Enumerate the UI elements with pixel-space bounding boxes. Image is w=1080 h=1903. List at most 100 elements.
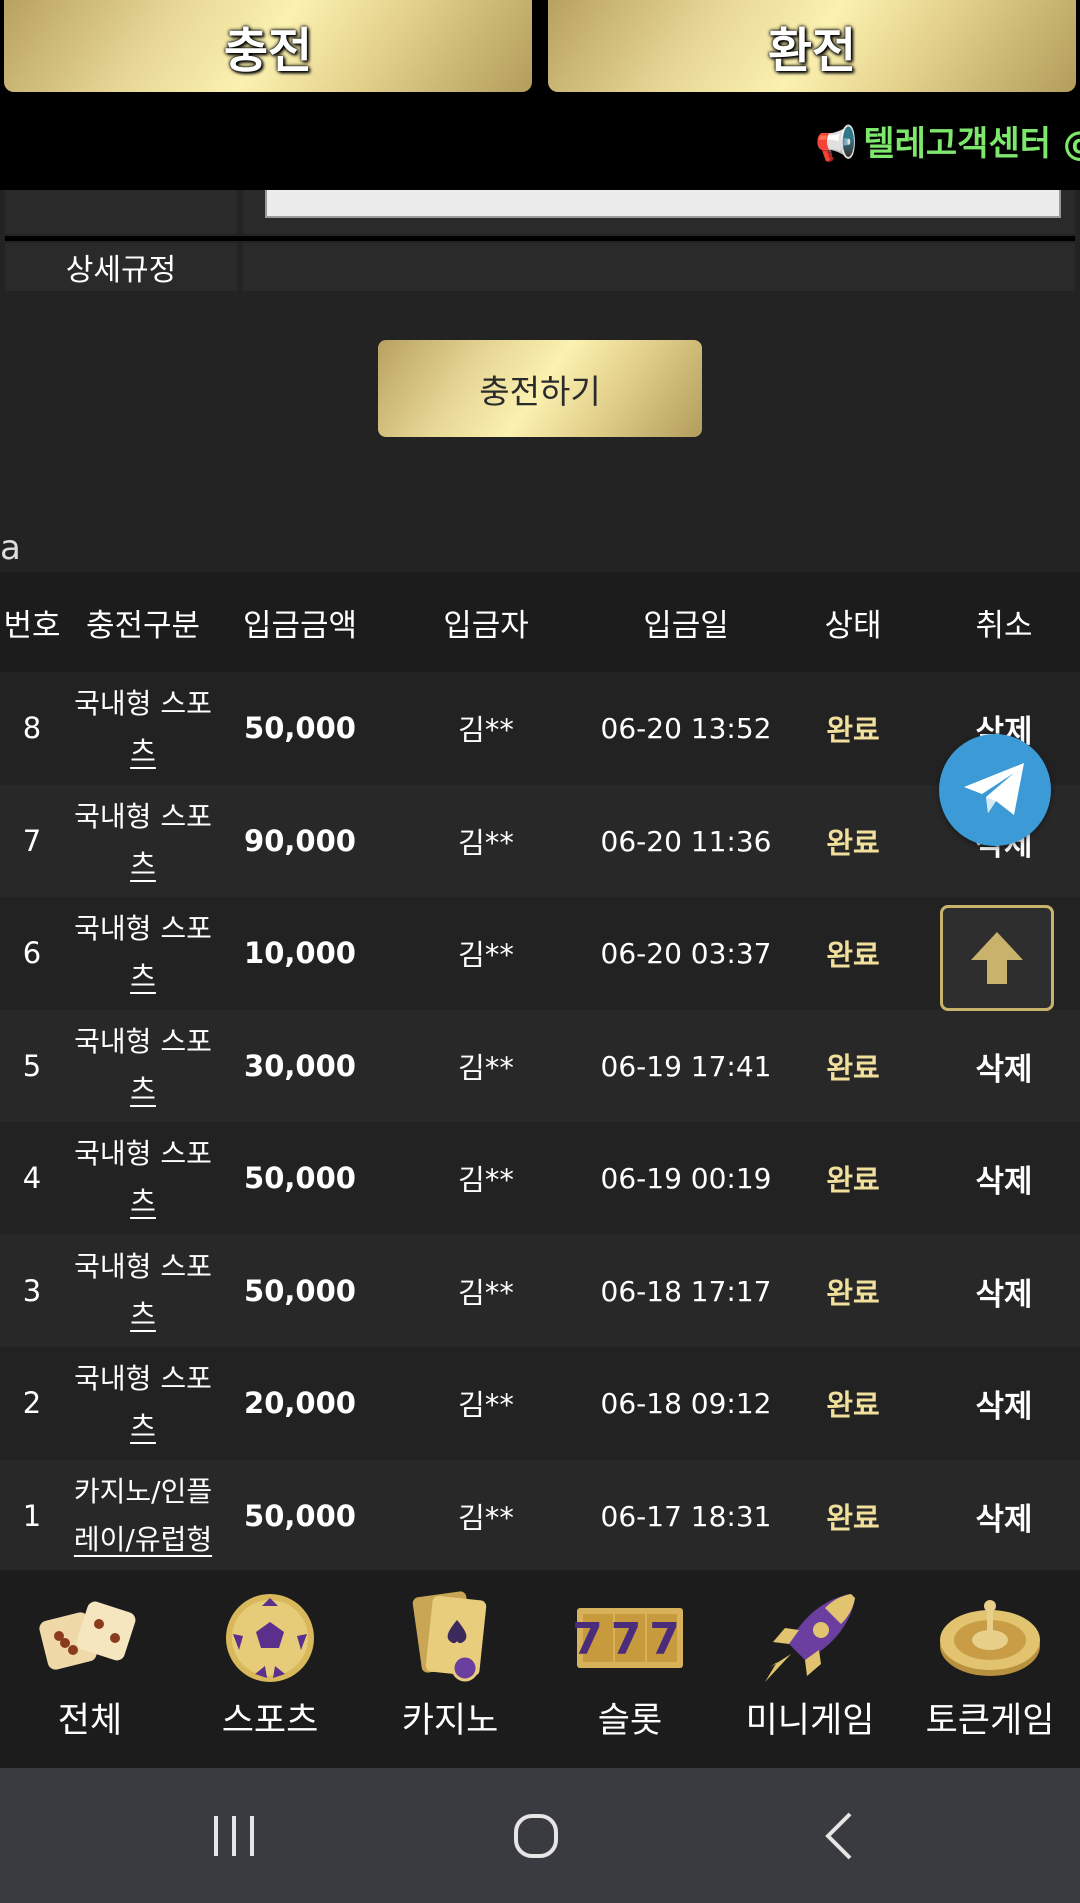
cell-date: 06-18 09:12 bbox=[600, 1386, 772, 1420]
status-badge: 완료 bbox=[826, 713, 880, 747]
cell-type-line2: 레이/유럽형 bbox=[73, 1523, 213, 1556]
slot-777-digits: 777 bbox=[575, 1614, 685, 1665]
nav-slot[interactable]: 777 슬롯 bbox=[540, 1570, 720, 1768]
col-header-type: 충전구분 bbox=[85, 607, 201, 644]
rocket-icon bbox=[765, 1594, 855, 1682]
delete-button[interactable]: 삭제 bbox=[928, 1235, 1080, 1347]
cell-no: 1 bbox=[22, 1499, 42, 1533]
back-icon[interactable] bbox=[820, 1812, 860, 1860]
cell-type[interactable]: 국내형 스포츠 bbox=[64, 672, 222, 784]
telegram-button[interactable] bbox=[939, 734, 1051, 846]
tab-charge[interactable]: 충전 bbox=[4, 0, 532, 92]
delete-button[interactable]: 삭제 bbox=[928, 1122, 1080, 1234]
cell-type-line1: 국내형 스포 bbox=[74, 1025, 212, 1058]
status-badge: 완료 bbox=[826, 826, 880, 860]
cell-type[interactable]: 국내형 스포츠 bbox=[64, 1347, 222, 1459]
cell-depositor: 김** bbox=[458, 1276, 514, 1310]
cell-depositor: 김** bbox=[458, 826, 514, 860]
col-header-amount: 입금금액 bbox=[242, 607, 358, 644]
table-row: 4 국내형 스포 츠 50,000 김** 06-19 00:19 완료 삭제 bbox=[0, 1122, 1080, 1234]
cell-type-line1: 국내형 스포 bbox=[74, 1250, 212, 1283]
notice-message: 텔레고객센터 @ bbox=[863, 124, 1080, 164]
cell-no: 7 bbox=[22, 824, 42, 858]
cell-no: 3 bbox=[22, 1274, 42, 1308]
status-badge: 완료 bbox=[826, 1051, 880, 1085]
cell-type-line1: 국내형 스포 bbox=[74, 687, 212, 720]
home-icon[interactable] bbox=[512, 1812, 560, 1860]
arrow-up-icon bbox=[971, 932, 1023, 984]
tab-charge-label: 충전 bbox=[223, 23, 313, 79]
cell-depositor: 김** bbox=[458, 938, 514, 972]
cell-type-line2: 츠 bbox=[130, 1298, 156, 1331]
detail-rules-value bbox=[243, 243, 1075, 291]
cell-no: 4 bbox=[22, 1161, 42, 1195]
form-divider bbox=[5, 236, 1075, 241]
cell-type-line2: 츠 bbox=[130, 1410, 156, 1443]
cell-type-line1: 카지노/인플 bbox=[73, 1475, 213, 1508]
status-badge: 완료 bbox=[826, 1276, 880, 1310]
tab-exchange-label: 환전 bbox=[767, 23, 857, 79]
cell-type[interactable]: 국내형 스포츠 bbox=[64, 1010, 222, 1122]
cell-type[interactable]: 국내형 스포 츠 bbox=[64, 1122, 222, 1234]
status-badge: 완료 bbox=[826, 1501, 880, 1535]
cell-type-line1: 국내형 스포 bbox=[74, 912, 212, 945]
cell-type-line2: 츠 bbox=[130, 1073, 156, 1106]
nav-token-game-label: 토큰게임 bbox=[925, 1701, 1055, 1741]
playing-cards-icon bbox=[412, 1591, 487, 1682]
table-row: 8 국내형 스포 츠 50,000 김** 06-20 13:52 완료 삭제 bbox=[0, 672, 1080, 784]
cell-date: 06-20 13:52 bbox=[600, 711, 772, 745]
cell-type-line1: 국내형 스포 bbox=[74, 1362, 212, 1395]
detail-rules-label: 상세규정 bbox=[5, 243, 237, 291]
delete-button[interactable]: 삭제 bbox=[928, 1010, 1080, 1122]
col-header-depositor: 입금자 bbox=[443, 607, 529, 644]
top-tab-bar: 충전 환전 bbox=[0, 0, 1080, 96]
dice-icon bbox=[39, 1601, 136, 1670]
nav-slot-label: 슬롯 bbox=[597, 1701, 663, 1741]
cell-depositor: 김** bbox=[458, 1163, 514, 1197]
scroll-top-button[interactable] bbox=[940, 905, 1054, 1011]
cell-date: 06-18 17:17 bbox=[600, 1274, 772, 1308]
status-badge: 완료 bbox=[826, 1163, 880, 1197]
charge-submit-label: 충전하기 bbox=[479, 371, 601, 411]
tab-exchange[interactable]: 환전 bbox=[548, 0, 1076, 92]
nav-minigame[interactable]: 미니게임 bbox=[720, 1570, 900, 1768]
form-input-partial[interactable] bbox=[265, 190, 1061, 218]
cell-depositor: 김** bbox=[458, 1051, 514, 1085]
delete-button[interactable]: 삭제 bbox=[928, 1460, 1080, 1572]
cell-amount: 90,000 bbox=[244, 824, 356, 858]
nav-token-game[interactable]: 토큰게임 bbox=[900, 1570, 1080, 1768]
cell-type[interactable]: 국내형 스포 츠 bbox=[64, 897, 222, 1009]
status-badge: 완료 bbox=[826, 1388, 880, 1422]
cell-type-line2: 츠 bbox=[130, 1185, 156, 1218]
nav-sports[interactable]: 스포츠 bbox=[180, 1570, 360, 1768]
cell-type-line2: 츠 bbox=[130, 735, 156, 768]
status-badge: 완료 bbox=[826, 938, 880, 972]
cell-date: 06-20 03:37 bbox=[600, 936, 772, 970]
col-header-status: 상태 bbox=[824, 607, 882, 644]
table-row: 2 국내형 스포 츠 20,000 김** 06-18 09:12 완료 삭제 bbox=[0, 1347, 1080, 1459]
cell-amount: 50,000 bbox=[244, 1274, 356, 1308]
cell-depositor: 김** bbox=[458, 1501, 514, 1535]
table-header: 번호 충전구분 입금금액 입금자 입금일 상태 취소 bbox=[0, 572, 1080, 672]
recent-apps-icon[interactable] bbox=[210, 1812, 258, 1860]
notice-text: 📢 텔레고객센터 @ bbox=[815, 116, 1080, 165]
charge-submit-button[interactable]: 충전하기 bbox=[378, 340, 702, 437]
cell-amount: 30,000 bbox=[244, 1049, 356, 1083]
nav-casino[interactable]: 카지노 bbox=[360, 1570, 540, 1768]
nav-all[interactable]: 전체 bbox=[0, 1570, 180, 1768]
delete-button[interactable]: 삭제 bbox=[928, 1347, 1080, 1459]
cell-no: 8 bbox=[22, 711, 42, 745]
col-header-no: 번호 bbox=[3, 607, 61, 644]
nav-all-label: 전체 bbox=[57, 1701, 123, 1741]
nav-sports-label: 스포츠 bbox=[221, 1701, 319, 1741]
table-row: 7국내형 스포츠90,000김**06-20 11:36완료삭제 bbox=[0, 785, 1080, 897]
cell-type[interactable]: 국내형 스포 츠 bbox=[64, 785, 222, 897]
cell-type[interactable]: 국내형 스포츠 bbox=[64, 1235, 222, 1347]
table-row: 5 국내형 스포 츠 30,000 김** 06-19 17:41 완료 삭제 bbox=[0, 1010, 1080, 1122]
cell-amount: 50,000 bbox=[244, 711, 356, 745]
cell-type[interactable]: 카지노/인플레이/유럽형 bbox=[64, 1460, 222, 1572]
cell-date: 06-17 18:31 bbox=[600, 1499, 772, 1533]
nav-minigame-label: 미니게임 bbox=[745, 1701, 875, 1741]
roulette-icon bbox=[940, 1600, 1040, 1676]
table-row: 1 카지노/인플 레이/유럽형 50,000 김** 06-17 18:31 완료 삭제 bbox=[0, 1460, 1080, 1572]
